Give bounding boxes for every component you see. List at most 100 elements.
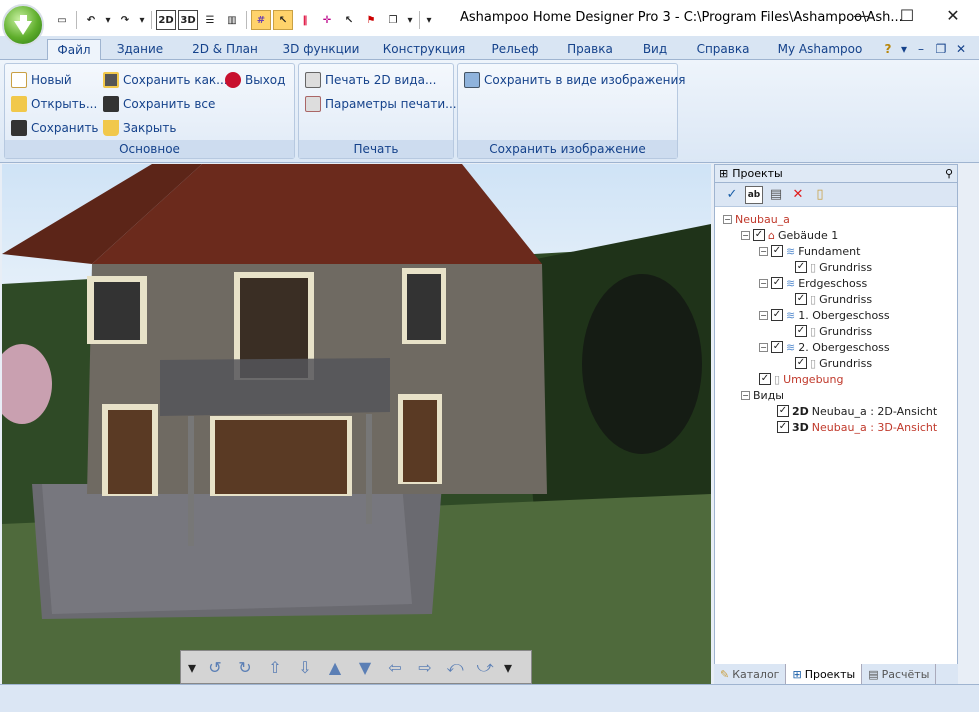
save-image-button[interactable]: Сохранить в виде изображения (464, 69, 686, 91)
collapse-icon[interactable]: − (759, 310, 768, 320)
save-as-button[interactable]: Сохранить как... (103, 69, 228, 91)
crosshair-icon[interactable]: ✛ (317, 10, 337, 30)
3d-viewport[interactable] (2, 164, 711, 684)
save-button[interactable]: Сохранить (11, 117, 99, 139)
tab-catalog[interactable]: ✎ Каталог (714, 664, 787, 684)
tree-node-root[interactable]: − Neubau_a (723, 211, 790, 227)
close-button[interactable]: ✕ (930, 0, 976, 30)
rotate-left-icon[interactable]: ↺ (203, 655, 227, 679)
collapse-icon[interactable]: − (759, 278, 768, 288)
visibility-checkbox[interactable]: ✓ (771, 309, 783, 321)
visibility-checkbox[interactable]: ✓ (795, 261, 807, 273)
print-params-button[interactable]: Параметры печати... (305, 93, 457, 115)
new-button[interactable]: Новый (11, 69, 72, 91)
visibility-checkbox[interactable]: ✓ (795, 293, 807, 305)
tab-my-ashampoo[interactable]: My Ashampoo (772, 39, 868, 60)
visibility-checkbox[interactable]: ✓ (771, 341, 783, 353)
delete-icon[interactable]: ✕ (789, 186, 807, 204)
collapse-icon[interactable]: − (723, 214, 732, 224)
customize-qat-icon[interactable]: ▾ (424, 10, 434, 30)
visibility-checkbox[interactable]: ✓ (777, 421, 789, 433)
save-all-button[interactable]: Сохранить все (103, 93, 215, 115)
help-icon[interactable]: ? (880, 39, 896, 60)
nav-more-dropdown-icon[interactable]: ▾ (503, 655, 513, 679)
undo-icon[interactable]: ↶ (81, 10, 101, 30)
application-menu-button[interactable] (2, 4, 44, 46)
tab-edit[interactable]: Правка (560, 39, 620, 60)
flag-icon[interactable]: ⚑ (361, 10, 381, 30)
tree-node-og2[interactable]: − ✓ ≋ 2. Obergeschoss (759, 339, 890, 355)
view-3d-button[interactable]: 3D (178, 10, 198, 30)
turn-right-icon[interactable]: ⤻ (473, 655, 497, 679)
tab-3d-functions[interactable]: 3D функции (280, 39, 362, 60)
rename-icon[interactable]: ab (745, 185, 763, 204)
undo-dropdown-icon[interactable]: ▾ (103, 10, 113, 30)
ribbon-minimize-icon[interactable]: – (914, 39, 928, 60)
move-right-icon[interactable]: ⇨ (413, 655, 437, 679)
print-2d-button[interactable]: Печать 2D вида... (305, 69, 436, 91)
tree-node-view-2d[interactable]: ✓ 2D Neubau_a : 2D-Ansicht (777, 403, 937, 419)
tab-2d-plan[interactable]: 2D & План (185, 39, 265, 60)
check-icon[interactable]: ✓ (723, 186, 741, 204)
exit-button[interactable]: Выход (225, 69, 285, 91)
minimize-button[interactable]: — (838, 0, 884, 30)
collapse-icon[interactable]: − (759, 246, 768, 256)
close-file-button[interactable]: Закрыть (103, 117, 176, 139)
open-button[interactable]: Открыть... (11, 93, 97, 115)
ribbon-close-icon[interactable]: ✕ (954, 39, 968, 60)
collapse-icon[interactable]: − (741, 390, 750, 400)
tab-file[interactable]: Файл (47, 39, 101, 60)
collapse-icon[interactable]: − (741, 230, 750, 240)
tree-node-umgebung[interactable]: ✓ ▯ Umgebung (759, 371, 844, 387)
tab-view[interactable]: Вид (635, 39, 675, 60)
ribbon-restore-icon[interactable]: ❐ (934, 39, 948, 60)
tilt-up-icon[interactable]: ▲ (323, 655, 347, 679)
redo-icon[interactable]: ↷ (115, 10, 135, 30)
tab-calculations[interactable]: ▤ Расчёты (862, 664, 937, 684)
tree-node-grundriss[interactable]: ✓ ▯ Grundriss (795, 323, 872, 339)
select-arrow-icon[interactable]: ↖ (339, 10, 359, 30)
tilt-down-icon[interactable]: ▼ (353, 655, 377, 679)
maximize-button[interactable]: ☐ (884, 0, 930, 30)
tree-node-building[interactable]: − ✓ ⌂ Gebäude 1 (741, 227, 838, 243)
new-page-icon[interactable]: ▯ (811, 186, 829, 204)
tree-node-grundriss[interactable]: ✓ ▯ Grundriss (795, 355, 872, 371)
new-file-icon[interactable]: ▭ (52, 10, 72, 30)
grid-icon[interactable]: # (251, 10, 271, 30)
view-2d-button[interactable]: 2D (156, 10, 176, 30)
tab-projects[interactable]: ⊞ Проекты (786, 664, 863, 684)
tab-help[interactable]: Справка (690, 39, 756, 60)
tab-terrain[interactable]: Рельеф (485, 39, 545, 60)
visibility-checkbox[interactable]: ✓ (795, 357, 807, 369)
split-vertical-icon[interactable]: ▥ (222, 10, 242, 30)
copy-dropdown-icon[interactable]: ▾ (405, 10, 415, 30)
visibility-checkbox[interactable]: ✓ (753, 229, 765, 241)
visibility-checkbox[interactable]: ✓ (777, 405, 789, 417)
snap-cursor-icon[interactable]: ↖ (273, 10, 293, 30)
split-horizontal-icon[interactable]: ☰ (200, 10, 220, 30)
move-left-icon[interactable]: ⇦ (383, 655, 407, 679)
columns-icon[interactable]: ‖ (295, 10, 315, 30)
tree-node-grundriss[interactable]: ✓ ▯ Grundriss (795, 291, 872, 307)
tree-node-view-3d[interactable]: ✓ 3D Neubau_a : 3D-Ansicht (777, 419, 937, 435)
redo-dropdown-icon[interactable]: ▾ (137, 10, 147, 30)
nav-menu-dropdown-icon[interactable]: ▾ (187, 655, 197, 679)
tree-node-og1[interactable]: − ✓ ≋ 1. Obergeschoss (759, 307, 890, 323)
turn-left-icon[interactable]: ⤺ (443, 655, 467, 679)
tree-node-fundament[interactable]: − ✓ ≋ Fundament (759, 243, 860, 259)
visibility-checkbox[interactable]: ✓ (795, 325, 807, 337)
collapse-icon[interactable]: − (759, 342, 768, 352)
rotate-right-icon[interactable]: ↻ (233, 655, 257, 679)
tab-construction[interactable]: Конструкция (378, 39, 470, 60)
visibility-checkbox[interactable]: ✓ (771, 277, 783, 289)
tree-node-grundriss[interactable]: ✓ ▯ Grundriss (795, 259, 872, 275)
move-down-icon[interactable]: ⇩ (293, 655, 317, 679)
copy-icon[interactable]: ❐ (383, 10, 403, 30)
pin-icon[interactable]: ⚲ (945, 165, 953, 182)
tree-node-views[interactable]: − Виды (741, 387, 784, 403)
tree-node-erdgeschoss[interactable]: − ✓ ≋ Erdgeschoss (759, 275, 867, 291)
tab-building[interactable]: Здание (110, 39, 170, 60)
help-dropdown-icon[interactable]: ▾ (898, 39, 910, 60)
move-up-icon[interactable]: ⇧ (263, 655, 287, 679)
visibility-checkbox[interactable]: ✓ (771, 245, 783, 257)
